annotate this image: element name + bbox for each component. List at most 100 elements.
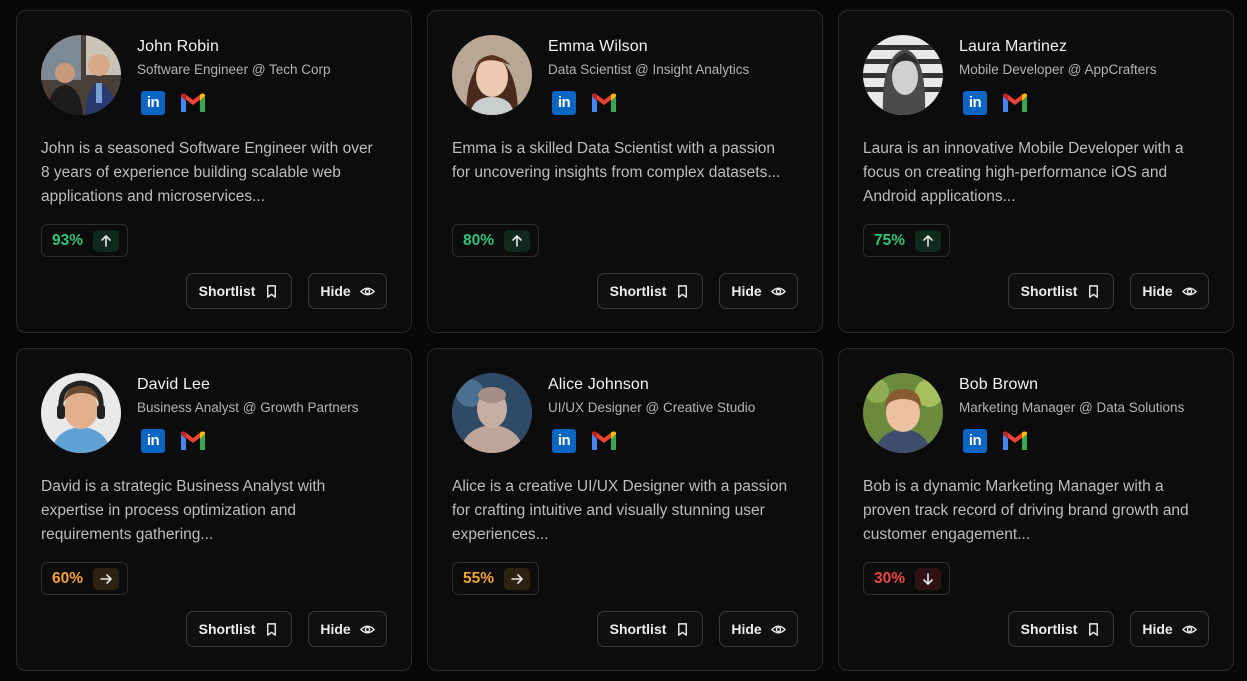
social-links: in	[141, 91, 207, 115]
hide-button[interactable]: Hide	[1130, 611, 1209, 647]
candidate-role: Mobile Developer @ AppCrafters	[959, 62, 1157, 77]
eye-icon	[359, 625, 375, 633]
shortlist-button[interactable]: Shortlist	[1008, 273, 1114, 309]
hide-button[interactable]: Hide	[1130, 273, 1209, 309]
candidate-name: David Lee	[137, 376, 210, 393]
social-links: in	[552, 429, 618, 453]
candidate-name: Alice Johnson	[548, 376, 649, 393]
hide-button[interactable]: Hide	[719, 611, 798, 647]
candidate-name: Bob Brown	[959, 376, 1039, 393]
social-links: in	[963, 429, 1029, 453]
hide-label: Hide	[1142, 283, 1173, 299]
shortlist-button[interactable]: Shortlist	[597, 611, 703, 647]
eye-icon	[770, 625, 786, 633]
trend-indicator	[93, 229, 120, 252]
shortlist-button[interactable]: Shortlist	[186, 611, 292, 647]
avatar	[452, 35, 532, 115]
trend-indicator	[504, 229, 531, 252]
social-links: in	[141, 429, 207, 453]
shortlist-button[interactable]: Shortlist	[597, 273, 703, 309]
trend-indicator	[504, 567, 531, 590]
linkedin-icon[interactable]: in	[963, 429, 987, 453]
hide-button[interactable]: Hide	[308, 611, 387, 647]
shortlist-button[interactable]: Shortlist	[186, 273, 292, 309]
bookmark-icon	[267, 284, 277, 298]
candidate-bio: Laura is an innovative Mobile Developer …	[863, 140, 1184, 205]
hide-label: Hide	[1142, 621, 1173, 637]
eye-icon	[770, 287, 786, 295]
match-score-value: 93%	[52, 231, 84, 249]
gmail-icon[interactable]	[1001, 430, 1029, 452]
hide-button[interactable]: Hide	[719, 273, 798, 309]
eye-icon	[359, 287, 375, 295]
candidate-card: David Lee Business Analyst @ Growth Part…	[16, 348, 412, 671]
shortlist-label: Shortlist	[609, 283, 667, 299]
candidate-role: Marketing Manager @ Data Solutions	[959, 400, 1185, 415]
match-score-badge: 75%	[863, 224, 951, 257]
hide-label: Hide	[731, 621, 762, 637]
candidate-name: John Robin	[137, 38, 219, 55]
social-links: in	[963, 91, 1029, 115]
bookmark-icon	[678, 622, 688, 636]
arrow-right-icon	[100, 573, 112, 584]
trend-indicator	[93, 567, 120, 590]
trend-indicator	[915, 567, 942, 590]
match-score-value: 60%	[52, 569, 84, 587]
trend-indicator	[915, 229, 942, 252]
candidate-role: Business Analyst @ Growth Partners	[137, 400, 359, 415]
social-links: in	[552, 91, 618, 115]
candidate-card: John Robin Software Engineer @ Tech Corp…	[16, 10, 412, 333]
bookmark-icon	[678, 284, 688, 298]
linkedin-icon[interactable]: in	[141, 91, 165, 115]
candidate-grid: John Robin Software Engineer @ Tech Corp…	[16, 10, 1234, 671]
arrow-up-icon	[923, 234, 933, 247]
candidate-name: Emma Wilson	[548, 38, 648, 55]
shortlist-label: Shortlist	[609, 621, 667, 637]
candidate-bio: John is a seasoned Software Engineer wit…	[41, 140, 373, 205]
bookmark-icon	[1089, 284, 1099, 298]
bookmark-icon	[267, 622, 277, 636]
hide-button[interactable]: Hide	[308, 273, 387, 309]
arrow-up-icon	[512, 234, 522, 247]
gmail-icon[interactable]	[590, 430, 618, 452]
match-score-value: 80%	[463, 231, 495, 249]
linkedin-icon[interactable]: in	[141, 429, 165, 453]
shortlist-label: Shortlist	[198, 621, 256, 637]
linkedin-icon[interactable]: in	[552, 91, 576, 115]
gmail-icon[interactable]	[590, 92, 618, 114]
avatar	[863, 373, 943, 453]
arrow-down-icon	[923, 572, 933, 585]
gmail-icon[interactable]	[1001, 92, 1029, 114]
shortlist-label: Shortlist	[1020, 621, 1078, 637]
match-score-badge: 93%	[41, 224, 129, 257]
match-score-value: 55%	[463, 569, 495, 587]
match-score-badge: 55%	[452, 562, 540, 595]
eye-icon	[1181, 625, 1197, 633]
match-score-badge: 30%	[863, 562, 951, 595]
shortlist-label: Shortlist	[198, 283, 256, 299]
candidate-bio: Alice is a creative UI/UX Designer with …	[452, 478, 788, 543]
linkedin-icon[interactable]: in	[963, 91, 987, 115]
candidate-card: Bob Brown Marketing Manager @ Data Solut…	[838, 348, 1234, 671]
candidate-role: Data Scientist @ Insight Analytics	[548, 62, 750, 77]
hide-label: Hide	[320, 621, 351, 637]
linkedin-icon[interactable]: in	[552, 429, 576, 453]
candidate-role: UI/UX Designer @ Creative Studio	[548, 400, 756, 415]
candidate-card: Emma Wilson Data Scientist @ Insight Ana…	[427, 10, 823, 333]
avatar	[863, 35, 943, 115]
avatar	[41, 35, 121, 115]
candidate-card: Alice Johnson UI/UX Designer @ Creative …	[427, 348, 823, 671]
candidate-role: Software Engineer @ Tech Corp	[137, 62, 331, 77]
shortlist-button[interactable]: Shortlist	[1008, 611, 1114, 647]
match-score-badge: 60%	[41, 562, 129, 595]
hide-label: Hide	[320, 283, 351, 299]
gmail-icon[interactable]	[179, 430, 207, 452]
shortlist-label: Shortlist	[1020, 283, 1078, 299]
match-score-value: 75%	[874, 231, 906, 249]
hide-label: Hide	[731, 283, 762, 299]
eye-icon	[1181, 287, 1197, 295]
candidate-card: Laura Martinez Mobile Developer @ AppCra…	[838, 10, 1234, 333]
gmail-icon[interactable]	[179, 92, 207, 114]
candidate-bio: David is a strategic Business Analyst wi…	[41, 478, 326, 543]
candidate-bio: Emma is a skilled Data Scientist with a …	[452, 140, 781, 181]
